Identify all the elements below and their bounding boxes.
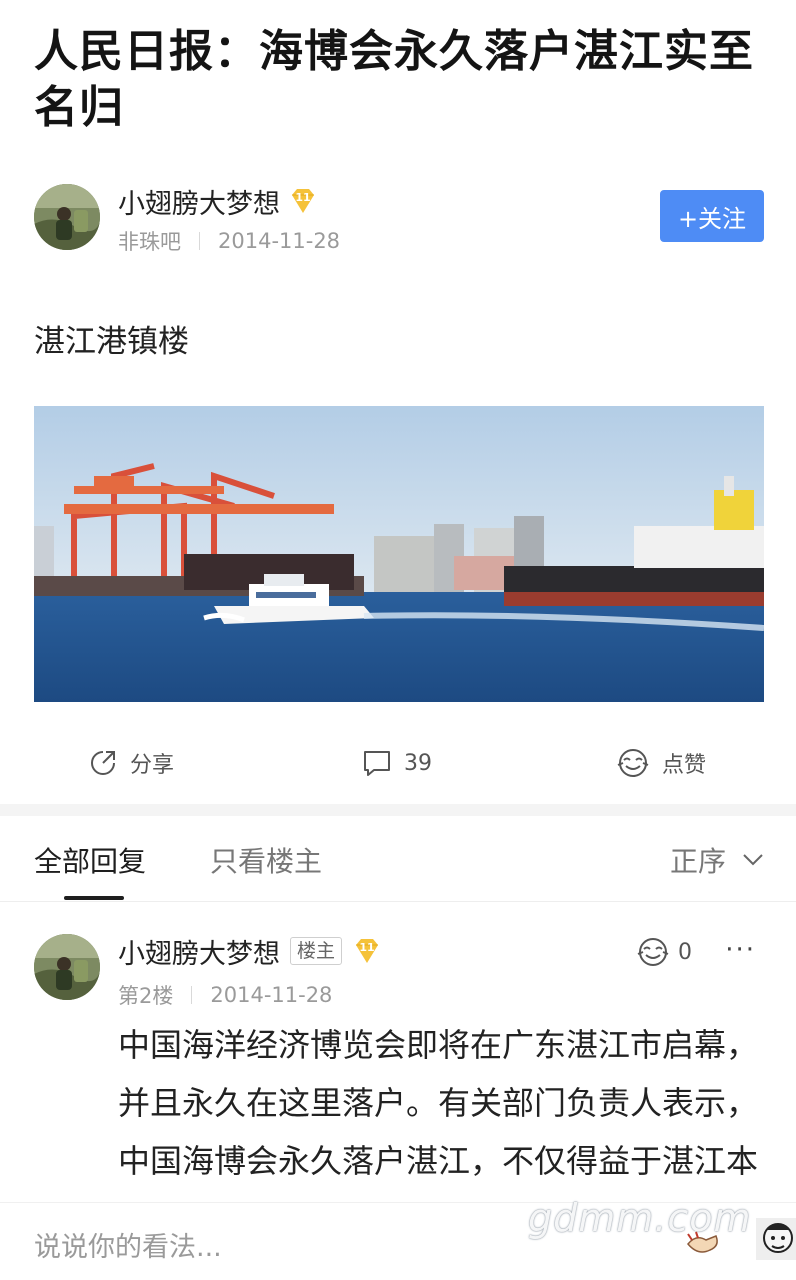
- reply-floor: 第2楼: [118, 984, 174, 1008]
- post-title: 人民日报：海博会永久落户湛江实至名归: [34, 26, 754, 133]
- author-avatar[interactable]: [34, 184, 100, 250]
- forum-name[interactable]: 非珠吧: [118, 226, 181, 256]
- like-face-icon: [637, 938, 669, 966]
- reply-author-name[interactable]: 小翅膀大梦想: [118, 932, 280, 971]
- author-name-row: 小翅膀大梦想 11: [118, 182, 318, 221]
- post-date: 2014-11-28: [218, 229, 341, 253]
- comment-button[interactable]: 39: [362, 732, 432, 794]
- share-button[interactable]: 分享: [88, 732, 174, 794]
- owner-tag: 楼主: [290, 937, 343, 965]
- level-badge-icon: 11: [288, 187, 318, 215]
- sticker-icon[interactable]: [684, 1216, 724, 1262]
- share-icon: [91, 751, 115, 775]
- comment-count: 39: [404, 750, 432, 776]
- section-divider: [0, 804, 796, 816]
- follow-button[interactable]: +关注: [660, 190, 764, 242]
- reply-level-badge-icon: 11: [352, 937, 382, 965]
- reply-header: 小翅膀大梦想 楼主 11: [118, 932, 382, 971]
- author-name[interactable]: 小翅膀大梦想: [118, 182, 280, 221]
- sort-dropdown[interactable]: 正序: [670, 840, 764, 880]
- author-meta: 非珠吧 2014-11-28: [118, 226, 340, 256]
- reply-date: 2014-11-28: [210, 983, 333, 1007]
- meta-divider: [199, 232, 200, 250]
- post-actions: 分享 39 点赞: [0, 732, 796, 794]
- post-body-text: 湛江港镇楼: [34, 324, 189, 360]
- level-badge-text: 11: [295, 191, 311, 204]
- post-image[interactable]: [34, 406, 764, 702]
- reply-avatar[interactable]: [34, 934, 100, 1000]
- reply-like-button[interactable]: 0: [636, 936, 692, 968]
- tab-active-indicator: [64, 896, 124, 900]
- sort-label: 正序: [669, 845, 726, 878]
- share-label: 分享: [130, 753, 175, 778]
- reply-like-count: 0: [678, 939, 692, 965]
- reply-meta: 第2楼 2014-11-28: [118, 980, 332, 1010]
- comment-input[interactable]: 说说你的看法...: [34, 1225, 222, 1264]
- emoji-face-icon[interactable]: [756, 1216, 796, 1262]
- more-options-button[interactable]: ···: [725, 937, 756, 963]
- reply-tabs: 全部回复 只看楼主 正序: [0, 816, 796, 902]
- comment-icon: [364, 751, 390, 776]
- tab-owner-only[interactable]: 只看楼主: [210, 840, 322, 880]
- tab-all-replies[interactable]: 全部回复: [34, 840, 146, 880]
- chevron-down-icon: [743, 854, 763, 866]
- reply-level-badge-text: 11: [359, 941, 375, 954]
- author-row: 小翅膀大梦想 11 非珠吧 2014-11-28 +关注: [34, 184, 764, 254]
- like-label: 点赞: [662, 753, 707, 778]
- reply-meta-divider: [191, 986, 193, 1004]
- like-button[interactable]: 点赞: [616, 732, 706, 794]
- like-face-icon: [617, 749, 649, 777]
